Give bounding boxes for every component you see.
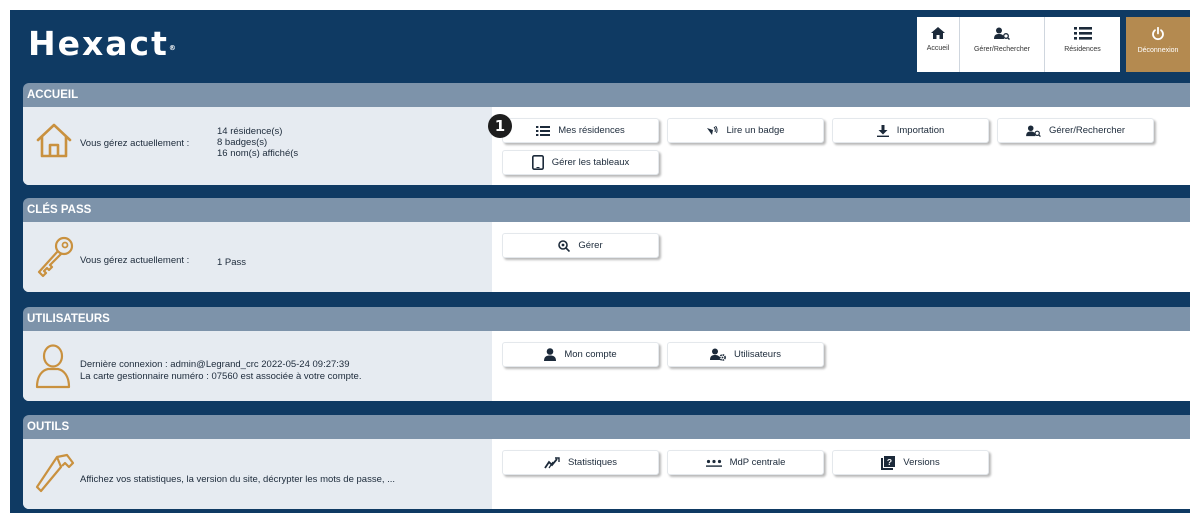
section-cles-pass: CLÉS PASS Vous gérez actuellement : 1 Pa… <box>23 198 1190 292</box>
list-icon <box>536 125 551 136</box>
hammer-icon <box>35 453 75 493</box>
svg-text:?: ? <box>887 457 892 467</box>
section-outils-title: OUTILS <box>23 415 1190 439</box>
section-cles-pass-title: CLÉS PASS <box>23 198 1190 222</box>
mon-compte-label: Mon compte <box>564 349 617 360</box>
accueil-label: Vous gérez actuellement : <box>80 138 190 149</box>
gerer-pass-button[interactable]: Gérer <box>502 233 659 258</box>
power-icon <box>1152 27 1164 41</box>
outils-info-panel: Affichez vos statistiques, la version du… <box>23 439 492 509</box>
derniere-connexion-text: Dernière connexion : admin@Legrand_crc 2… <box>80 359 350 370</box>
user-settings-icon <box>710 348 726 361</box>
lire-badge-label: Lire un badge <box>726 125 785 136</box>
section-accueil-title: ACCUEIL <box>23 83 1190 107</box>
nav-residences-label: Résidences <box>1064 46 1101 53</box>
nav-residences-button[interactable]: Résidences <box>1045 17 1120 72</box>
outils-description: Affichez vos statistiques, la version du… <box>80 474 396 485</box>
gerer-rechercher-label: Gérer/Rechercher <box>1048 125 1126 136</box>
help-box-icon: ? <box>881 455 896 470</box>
callout-number-badge: 1 <box>488 114 512 138</box>
cles-pass-count: 1 Pass <box>217 257 247 268</box>
cles-pass-button-panel: Gérer <box>492 222 1190 292</box>
versions-button[interactable]: ? Versions <box>832 450 989 475</box>
section-accueil: ACCUEIL Vous gérez actuellement : 14 rés… <box>23 83 1190 185</box>
home-icon <box>931 27 945 39</box>
versions-label: Versions <box>903 457 940 468</box>
accueil-badges-count: 8 badges(s) <box>217 137 268 148</box>
section-outils: OUTILS Affichez vos statistiques, la ver… <box>23 415 1190 509</box>
gerer-pass-label: Gérer <box>578 240 603 251</box>
badge-reader-icon <box>707 125 718 135</box>
accueil-residences-count: 14 résidence(s) <box>217 126 283 137</box>
cles-pass-label: Vous gérez actuellement : <box>80 255 190 266</box>
download-icon <box>876 124 889 137</box>
user-icon <box>544 348 557 361</box>
mon-compte-button[interactable]: Mon compte <box>502 342 659 367</box>
user-search-icon <box>1026 124 1041 137</box>
password-icon <box>705 459 722 467</box>
mes-residences-label: Mes résidences <box>558 125 625 136</box>
importation-button[interactable]: Importation <box>832 118 989 143</box>
carte-gestionnaire-text: La carte gestionnaire numéro : 07560 est… <box>80 371 362 382</box>
utilisateurs-info-panel: Dernière connexion : admin@Legrand_crc 2… <box>23 331 492 401</box>
nav-accueil-label: Accueil <box>926 45 950 52</box>
section-utilisateurs-body: Dernière connexion : admin@Legrand_crc 2… <box>23 331 1190 401</box>
gerer-rechercher-button[interactable]: Gérer/Rechercher <box>997 118 1154 143</box>
key-small-icon <box>558 239 571 252</box>
utilisateurs-button-panel: Mon compte Utilisateurs <box>492 331 1190 401</box>
accueil-button-panel: Mes résidences Lire un badge Importation… <box>492 107 1190 185</box>
nav-gerer-rechercher-label: Gérer/Rechercher <box>973 46 1031 53</box>
section-accueil-body: Vous gérez actuellement : 14 résidence(s… <box>23 107 1190 185</box>
nav-accueil-button[interactable]: Accueil <box>917 17 960 72</box>
list-icon <box>1073 27 1092 40</box>
mdp-centrale-button[interactable]: MdP centrale <box>667 450 824 475</box>
section-cles-pass-body: Vous gérez actuellement : 1 Pass Gérer <box>23 222 1190 292</box>
outils-button-panel: Statistiques MdP centrale ? Versions <box>492 439 1190 509</box>
statistiques-button[interactable]: Statistiques <box>502 450 659 475</box>
hexact-logo: Hexact® <box>28 24 176 64</box>
accueil-names-count: 16 nom(s) affiché(s <box>217 148 299 159</box>
gerer-tableaux-label: Gérer les tableaux <box>551 157 630 168</box>
app-window: Hexact® Accueil Gérer/Rechercher Résiden… <box>10 10 1190 513</box>
key-icon <box>37 236 74 278</box>
user-outline-icon <box>35 344 71 389</box>
user-search-icon <box>994 27 1010 40</box>
importation-label: Importation <box>896 125 945 136</box>
house-icon <box>36 123 72 158</box>
nav-gerer-rechercher-button[interactable]: Gérer/Rechercher <box>960 17 1045 72</box>
chart-line-icon <box>544 456 560 468</box>
cles-pass-info-panel: Vous gérez actuellement : 1 Pass <box>23 222 492 292</box>
mes-residences-button[interactable]: Mes résidences <box>502 118 659 143</box>
gerer-tableaux-button[interactable]: Gérer les tableaux <box>502 150 659 175</box>
accueil-info-panel: Vous gérez actuellement : 14 résidence(s… <box>23 107 492 185</box>
lire-badge-button[interactable]: Lire un badge <box>667 118 824 143</box>
section-outils-body: Affichez vos statistiques, la version du… <box>23 439 1190 509</box>
top-navigation: Accueil Gérer/Rechercher Résidences <box>917 17 1120 72</box>
logo-text: Hexact <box>28 24 169 63</box>
utilisateurs-button[interactable]: Utilisateurs <box>667 342 824 367</box>
tablet-icon <box>531 155 544 170</box>
mdp-centrale-label: MdP centrale <box>729 457 786 468</box>
section-utilisateurs: UTILISATEURS Dernière connexion : admin@… <box>23 307 1190 401</box>
utilisateurs-label: Utilisateurs <box>734 349 781 360</box>
logo-registered-mark: ® <box>168 44 176 52</box>
logout-button[interactable]: Déconnexion <box>1126 17 1190 72</box>
statistiques-label: Statistiques <box>567 457 618 468</box>
section-utilisateurs-title: UTILISATEURS <box>23 307 1190 331</box>
logout-label: Déconnexion <box>1137 47 1179 54</box>
